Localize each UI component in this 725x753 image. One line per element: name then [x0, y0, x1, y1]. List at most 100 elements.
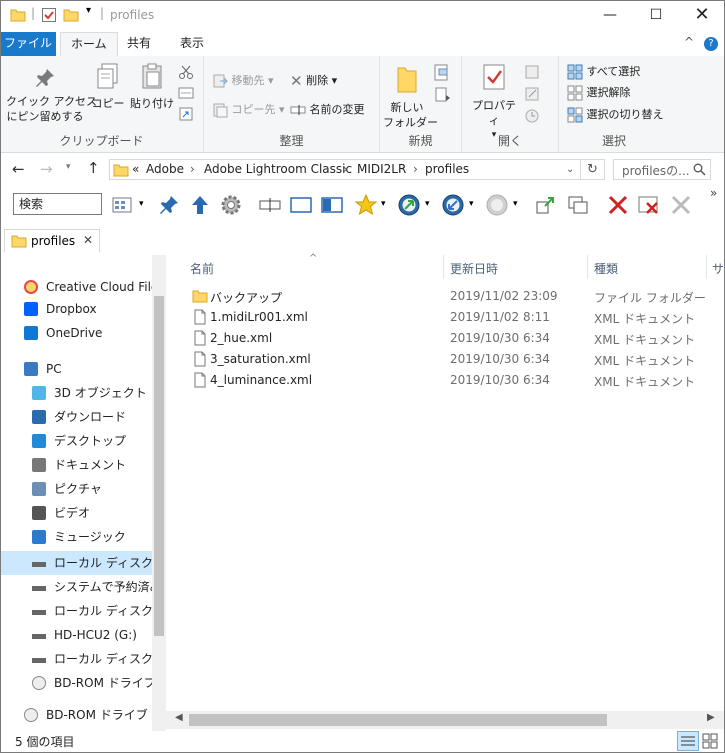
rename-field-icon[interactable]	[258, 193, 282, 217]
nav-item[interactable]: ローカル ディスク (C:)	[0, 551, 152, 575]
nav-item[interactable]: BD-ROM ドライブ (I:)	[0, 703, 152, 727]
nav-item[interactable]: Creative Cloud Files	[0, 275, 152, 299]
history-icon[interactable]	[524, 108, 542, 124]
toolbar-overflow-icon[interactable]: »	[710, 186, 717, 200]
nav-scrollbar-thumb[interactable]	[154, 296, 164, 636]
open-in-window-icon[interactable]	[534, 193, 558, 217]
duplicate-window-icon[interactable]	[566, 193, 590, 217]
dropdown-arrow-icon[interactable]: ▾	[425, 199, 430, 209]
breadcrumb-lightroom[interactable]: Adobe Lightroom Classic	[204, 162, 352, 176]
large-icons-view-icon[interactable]	[701, 732, 719, 750]
nav-item[interactable]: ミュージック	[0, 525, 152, 549]
favorite-star-icon[interactable]	[354, 193, 378, 217]
breadcrumb-midi2lr[interactable]: MIDI2LR	[357, 162, 406, 176]
nav-item[interactable]: ダウンロード	[0, 405, 152, 429]
up-blue-arrow-icon[interactable]	[188, 193, 212, 217]
dropdown-arrow-icon[interactable]: ▾	[513, 199, 518, 209]
dual-pane-icon[interactable]	[320, 193, 344, 217]
file-row[interactable]: 3_saturation.xml 2019/10/30 6:34 XML ドキュメン…	[186, 349, 706, 370]
pin-quick-access-button[interactable]: クイック アクセス にピン留めする	[6, 66, 97, 124]
properties-quick-icon[interactable]	[41, 7, 57, 23]
delete-button[interactable]: ✕ 削除 ▾	[290, 72, 337, 90]
settings-gear-icon[interactable]	[219, 193, 243, 217]
refresh-icon[interactable]: ↻	[581, 159, 605, 180]
single-pane-icon[interactable]	[289, 193, 313, 217]
invert-selection-button[interactable]: 選択の切り替え	[567, 106, 664, 123]
chevron-down-icon[interactable]: ⌄	[566, 164, 574, 175]
breadcrumb-overflow[interactable]: «	[132, 162, 139, 176]
nav-item[interactable]: BD-ROM ドライブ (I:	[0, 671, 152, 695]
breadcrumb-separator-icon[interactable]: ›	[343, 162, 348, 176]
help-icon[interactable]: ?	[704, 37, 718, 51]
copy-path-icon[interactable]	[178, 86, 194, 100]
column-divider[interactable]	[443, 255, 444, 279]
tab-share[interactable]: 共有	[117, 32, 161, 56]
file-row[interactable]: 1.midiLr001.xml 2019/11/02 8:11 XML ドキュメント	[186, 307, 706, 328]
dropdown-arrow-icon[interactable]: ▾	[139, 199, 144, 209]
address-bar[interactable]: « Adobe › Adobe Lightroom Classic › MIDI…	[109, 159, 581, 180]
tab-file[interactable]: ファイル	[0, 32, 56, 56]
nav-item[interactable]: システムで予約済み	[0, 575, 152, 599]
horizontal-scrollbar-thumb[interactable]	[189, 714, 607, 726]
select-none-button[interactable]: 選択解除	[567, 84, 631, 101]
nav-item[interactable]: OneDrive	[0, 321, 152, 345]
rename-button[interactable]: 名前の変更	[290, 101, 365, 118]
nav-item[interactable]: デスクトップ	[0, 429, 152, 453]
customize-quick-access-icon[interactable]: ▾	[86, 5, 91, 16]
paste-shortcut-icon[interactable]	[178, 106, 194, 122]
search-input[interactable]: profilesの...	[613, 159, 711, 180]
tab-home[interactable]: ホーム	[60, 32, 118, 57]
copy-to-button[interactable]: コピー先 ▾	[212, 101, 285, 118]
tab-profiles[interactable]: profiles ✕	[4, 229, 100, 253]
nav-item[interactable]: ローカル ディスク (H:)	[0, 647, 152, 671]
close-disabled-icon[interactable]	[669, 193, 693, 217]
nav-item[interactable]: ドキュメント	[0, 453, 152, 477]
details-view-icon[interactable]	[677, 731, 699, 751]
scroll-right-icon[interactable]: ▶	[707, 712, 715, 723]
file-row[interactable]: 4_luminance.xml 2019/10/30 6:34 XML ドキュメント	[186, 370, 706, 391]
edit-icon[interactable]	[524, 86, 542, 102]
properties-button[interactable]: プロパティ ▾	[468, 62, 520, 143]
nav-item[interactable]: HD-HCU2 (G:)	[0, 623, 152, 647]
easy-access-icon[interactable]	[433, 86, 453, 104]
breadcrumb-profiles[interactable]: profiles	[425, 162, 469, 176]
new-folder-quick-icon[interactable]	[63, 7, 79, 23]
disabled-circle-icon[interactable]	[485, 193, 509, 217]
close-red-icon[interactable]	[606, 193, 630, 217]
column-header-date[interactable]: 更新日時	[450, 260, 498, 277]
close-tab-icon[interactable]: ✕	[83, 233, 93, 247]
view-mode-icon[interactable]	[111, 193, 135, 217]
nav-item[interactable]: ローカル ディスク (F:)	[0, 599, 152, 623]
back-arrow-icon[interactable]: ←	[12, 160, 25, 178]
recent-locations-icon[interactable]: ▾	[66, 162, 71, 172]
move-to-button[interactable]: 移動先 ▾	[212, 72, 274, 89]
new-folder-button[interactable]: 新しい フォルダー	[383, 64, 438, 130]
column-divider[interactable]	[587, 255, 588, 279]
column-header-type[interactable]: 種類	[594, 260, 618, 277]
up-arrow-icon[interactable]: ↑	[87, 159, 100, 177]
close-button[interactable]: ✕	[679, 0, 725, 32]
file-row[interactable]: 2_hue.xml 2019/10/30 6:34 XML ドキュメント	[186, 328, 706, 349]
tab-view[interactable]: 表示	[170, 32, 214, 56]
nav-item[interactable]: Dropbox	[0, 297, 152, 321]
navigate-forward-circle-icon[interactable]	[441, 193, 465, 217]
nav-item[interactable]: ピクチャ	[0, 477, 152, 501]
dropdown-arrow-icon[interactable]: ▾	[469, 199, 474, 209]
breadcrumb-separator-icon[interactable]: ›	[190, 162, 195, 176]
breadcrumb-adobe[interactable]: Adobe	[146, 162, 184, 176]
breadcrumb-separator-icon[interactable]: ›	[413, 162, 418, 176]
dropdown-arrow-icon[interactable]: ▾	[381, 199, 386, 209]
maximize-button[interactable]: ☐	[633, 0, 679, 32]
nav-item[interactable]: ビデオ	[0, 501, 152, 525]
minimize-button[interactable]: —	[587, 0, 633, 32]
select-all-button[interactable]: すべて選択	[567, 63, 640, 80]
forward-arrow-icon[interactable]: →	[40, 160, 53, 178]
close-others-icon[interactable]	[637, 193, 661, 217]
new-item-icon[interactable]	[433, 64, 453, 82]
paste-button[interactable]: 貼り付け	[128, 62, 176, 111]
copy-button[interactable]: コピー	[90, 62, 126, 111]
navigate-back-circle-icon[interactable]	[397, 193, 421, 217]
scroll-left-icon[interactable]: ◀	[175, 712, 183, 723]
cut-icon[interactable]	[178, 64, 194, 80]
nav-item[interactable]: PC	[0, 357, 152, 381]
